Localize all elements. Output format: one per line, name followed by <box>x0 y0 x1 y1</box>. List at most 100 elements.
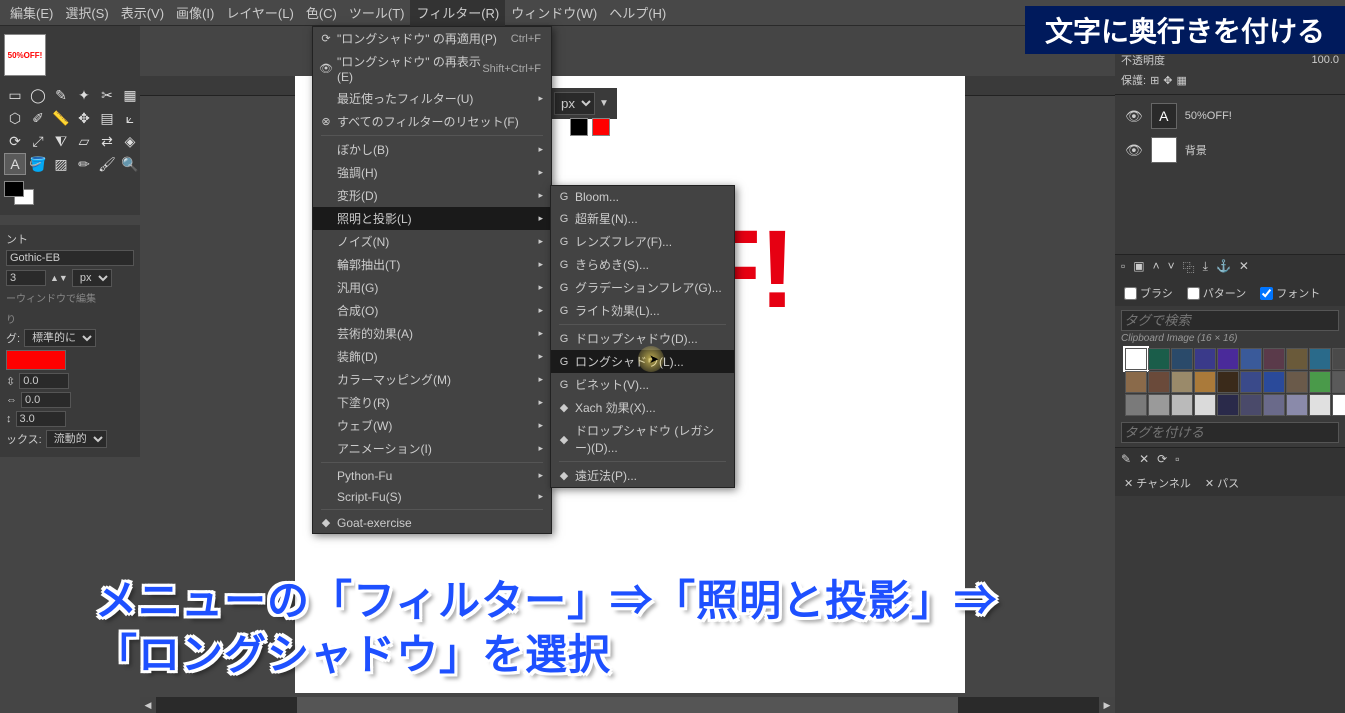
submenu-supernova[interactable]: G超新星(N)... <box>551 207 734 230</box>
text-fg-color[interactable] <box>592 118 610 136</box>
menu-enhance[interactable]: 強調(H)▸ <box>313 161 551 184</box>
menu-reshow-filter[interactable]: 👁"ロングシャドウ" の再表示(E)Shift+Ctrl+F <box>313 50 551 87</box>
tool-text[interactable]: A <box>4 153 26 175</box>
pattern-swatch[interactable] <box>1240 371 1262 393</box>
text-bg-color[interactable] <box>570 118 588 136</box>
box-mode-select[interactable]: 流動的 <box>46 430 107 448</box>
submenu-dropshadow-legacy[interactable]: ◆ドロップシャドウ (レガシー)(D)... <box>551 419 734 459</box>
menu-blur[interactable]: ぼかし(B)▸ <box>313 138 551 161</box>
pattern-swatch[interactable] <box>1148 371 1170 393</box>
foreground-color[interactable] <box>4 181 24 197</box>
menu-recent-filters[interactable]: 最近使ったフィルター(U)▸ <box>313 87 551 110</box>
menu-tools[interactable]: ツール(T) <box>343 0 411 26</box>
tool-flip[interactable]: ⇄ <box>96 130 118 152</box>
letter-spacing-input[interactable] <box>21 392 71 408</box>
pattern-swatch[interactable] <box>1171 348 1193 370</box>
menu-windows[interactable]: ウィンドウ(W) <box>505 0 603 26</box>
open-as-image-icon[interactable]: ▫ <box>1175 452 1179 466</box>
image-thumbnail[interactable]: 50%OFF! <box>4 34 46 76</box>
tool-bucket[interactable]: 🪣 <box>27 153 49 175</box>
submenu-lighting[interactable]: Gライト効果(L)... <box>551 299 734 322</box>
menu-colors[interactable]: 色(C) <box>300 0 343 26</box>
tool-scale[interactable]: ⤢ <box>27 130 49 152</box>
pattern-swatch[interactable] <box>1217 371 1239 393</box>
submenu-vignette[interactable]: Gビネット(V)... <box>551 373 734 396</box>
pattern-swatch[interactable] <box>1217 394 1239 416</box>
tool-shear[interactable]: ⧨ <box>50 130 72 152</box>
pattern-swatch[interactable] <box>1240 394 1262 416</box>
pattern-swatch[interactable] <box>1125 348 1147 370</box>
menu-distort[interactable]: 変形(D)▸ <box>313 184 551 207</box>
tool-cage[interactable]: ◈ <box>119 130 141 152</box>
new-layer-icon[interactable]: ▫ <box>1121 259 1125 276</box>
pattern-swatch[interactable] <box>1125 394 1147 416</box>
menu-light-shadow[interactable]: 照明と投影(L)▸ <box>313 207 551 230</box>
pattern-swatch[interactable] <box>1286 371 1308 393</box>
pattern-swatch[interactable] <box>1194 348 1216 370</box>
tool-free-select[interactable]: ✎ <box>50 84 72 106</box>
tool-zoom[interactable]: 🔍 <box>119 153 141 175</box>
pattern-swatch[interactable] <box>1148 394 1170 416</box>
submenu-bloom[interactable]: GBloom... <box>551 186 734 207</box>
menu-select[interactable]: 選択(S) <box>59 0 114 26</box>
lock-position-icon[interactable]: ✥ <box>1163 74 1172 87</box>
menu-image[interactable]: 画像(I) <box>170 0 220 26</box>
anchor-layer-icon[interactable]: ⚓ <box>1216 259 1231 276</box>
pattern-swatch[interactable] <box>1217 348 1239 370</box>
menu-script-fu[interactable]: Script-Fu(S)▸ <box>313 486 551 507</box>
pattern-swatch[interactable] <box>1171 394 1193 416</box>
pattern-swatch[interactable] <box>1286 348 1308 370</box>
text-color-swatch[interactable] <box>6 350 66 370</box>
edit-pattern-icon[interactable]: ✎ <box>1121 452 1131 466</box>
line-spacing-input[interactable] <box>19 373 69 389</box>
scroll-right-icon[interactable]: ▶ <box>1099 697 1115 713</box>
pattern-swatch[interactable] <box>1286 394 1308 416</box>
delete-layer-icon[interactable]: ✕ <box>1239 259 1249 276</box>
delete-pattern-icon[interactable]: ✕ <box>1139 452 1149 466</box>
submenu-sparkle[interactable]: Gきらめき(S)... <box>551 253 734 276</box>
menu-edge[interactable]: 輪郭抽出(T)▸ <box>313 253 551 276</box>
tool-align[interactable]: ▤ <box>96 107 118 129</box>
pattern-swatch[interactable] <box>1332 348 1345 370</box>
tag-search-input[interactable] <box>1121 310 1339 331</box>
lock-alpha-icon[interactable]: ▦ <box>1177 74 1187 87</box>
pattern-swatch[interactable] <box>1263 394 1285 416</box>
menu-decor[interactable]: 装飾(D)▸ <box>313 345 551 368</box>
menu-generic[interactable]: 汎用(G)▸ <box>313 276 551 299</box>
submenu-gradflare[interactable]: Gグラデーションフレア(G)... <box>551 276 734 299</box>
horizontal-scrollbar[interactable]: ◀ ▶ <box>140 697 1115 713</box>
tool-foreground[interactable]: ▦ <box>119 84 141 106</box>
tool-rect-select[interactable]: ▭ <box>4 84 26 106</box>
indent-input[interactable] <box>16 411 66 427</box>
submenu-perspective[interactable]: ◆遠近法(P)... <box>551 464 734 487</box>
tool-crop[interactable]: ⟀ <box>119 107 141 129</box>
font-unit-select[interactable]: px <box>72 269 112 287</box>
tool-fuzzy-select[interactable]: ✦ <box>73 84 95 106</box>
color-selector[interactable] <box>4 181 44 211</box>
submenu-xach[interactable]: ◆Xach 効果(X)... <box>551 396 734 419</box>
tool-measure[interactable]: 📏 <box>50 107 72 129</box>
tool-scissors[interactable]: ✂ <box>96 84 118 106</box>
pattern-swatch[interactable] <box>1263 371 1285 393</box>
pattern-swatch[interactable] <box>1125 371 1147 393</box>
font-family-input[interactable] <box>6 250 134 266</box>
submenu-longshadow[interactable]: Gロングシャドウ(L)... <box>551 350 734 373</box>
menu-python-fu[interactable]: Python-Fu▸ <box>313 465 551 486</box>
submenu-lensflare[interactable]: Gレンズフレア(F)... <box>551 230 734 253</box>
visibility-icon[interactable]: 👁 <box>1125 108 1143 125</box>
tab-font[interactable]: フォント <box>1254 283 1326 303</box>
layer-text[interactable]: 👁 A 50%OFF! <box>1121 99 1339 133</box>
tab-pattern[interactable]: パターン <box>1181 283 1252 303</box>
tool-gradient[interactable]: ▨ <box>50 153 72 175</box>
tool-picker[interactable]: ✐ <box>27 107 49 129</box>
menu-noise[interactable]: ノイズ(N)▸ <box>313 230 551 253</box>
submenu-dropshadow[interactable]: Gドロップシャドウ(D)... <box>551 327 734 350</box>
menu-edit[interactable]: 編集(E) <box>4 0 59 26</box>
tool-perspective[interactable]: ▱ <box>73 130 95 152</box>
refresh-pattern-icon[interactable]: ⟳ <box>1157 452 1167 466</box>
pattern-swatch[interactable] <box>1263 348 1285 370</box>
tag-assign-input[interactable] <box>1121 422 1339 443</box>
font-checkbox[interactable] <box>1260 287 1273 300</box>
menu-render[interactable]: 下塗り(R)▸ <box>313 391 551 414</box>
menu-filters[interactable]: フィルター(R) <box>410 0 505 26</box>
